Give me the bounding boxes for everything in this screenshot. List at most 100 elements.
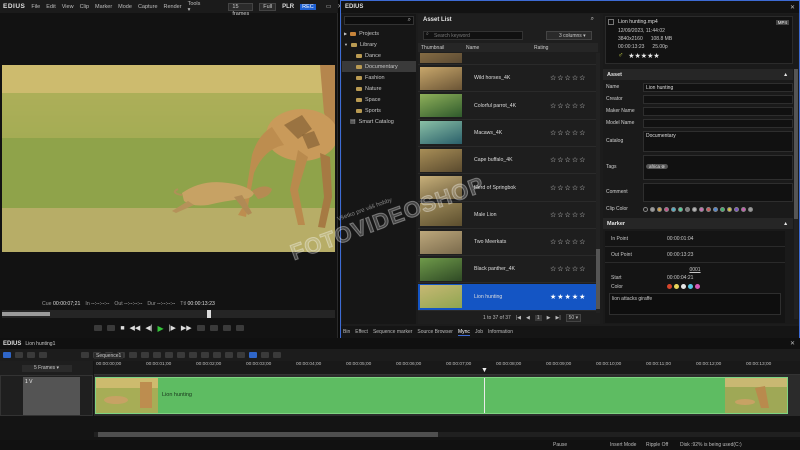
asset-checkbox[interactable]: [608, 19, 614, 25]
current-page[interactable]: 1: [534, 315, 542, 321]
list-scroll-thumb[interactable]: [596, 249, 600, 309]
scrub-handle[interactable]: [207, 310, 211, 318]
delete-icon[interactable]: [153, 352, 161, 358]
header-thumbnail[interactable]: Thumbnail: [418, 45, 466, 51]
keyword-search-input[interactable]: Search keyword: [423, 31, 523, 40]
catalog-input[interactable]: Documentary: [643, 130, 793, 152]
chevron-up-icon[interactable]: ▴: [784, 72, 787, 78]
header-name[interactable]: Name: [466, 45, 534, 51]
menu-render[interactable]: Render: [164, 4, 182, 10]
chevron-down-icon[interactable]: ▼: [344, 42, 348, 47]
clip-color-swatch[interactable]: [657, 206, 662, 212]
menu-tools[interactable]: Tools ▾: [188, 1, 201, 13]
tag-chip[interactable]: africa ⊗: [646, 163, 669, 169]
asset-section-header[interactable]: Asset ▴: [603, 69, 793, 80]
menu-view[interactable]: View: [62, 4, 74, 10]
clip-color-swatch[interactable]: [699, 206, 704, 212]
search-icon[interactable]: ⌕: [591, 16, 594, 23]
clip-color-swatch[interactable]: [720, 206, 725, 212]
clip-color-swatch[interactable]: [664, 206, 669, 212]
tab-sequence-marker[interactable]: Sequence marker: [373, 329, 412, 335]
insert-icon[interactable]: [209, 325, 218, 331]
clip-color-swatch[interactable]: [678, 206, 683, 212]
tags-input[interactable]: africa ⊗: [643, 154, 793, 180]
tab-source-browser[interactable]: Source Browser: [417, 329, 453, 335]
sequence-tab[interactable]: Sequence1: [94, 353, 124, 359]
clip-color-swatch[interactable]: [748, 206, 753, 212]
tab-job[interactable]: Job: [475, 329, 483, 335]
mark-out-icon[interactable]: [107, 325, 116, 331]
menu-marker[interactable]: Marker: [95, 4, 112, 10]
asset-thumbnail[interactable]: [420, 203, 462, 227]
tab-effect[interactable]: Effect: [355, 329, 368, 335]
asset-rating[interactable]: ☆☆☆☆☆: [550, 156, 586, 164]
columns-select[interactable]: 3 columns ▾: [546, 31, 592, 40]
snap-icon[interactable]: [249, 352, 257, 358]
status-insert-mode[interactable]: Insert Mode: [610, 442, 636, 448]
clip-color-swatch[interactable]: [734, 206, 739, 212]
playhead-marker-icon[interactable]: ▼: [481, 367, 488, 374]
track-label[interactable]: 1 V: [25, 379, 33, 385]
tab-bin[interactable]: Bin: [343, 329, 350, 335]
tree-item-library[interactable]: ▼ Library: [342, 39, 416, 50]
marker-color-swatch[interactable]: [674, 284, 679, 289]
clip-color-swatch[interactable]: [671, 206, 676, 212]
asset-thumbnail[interactable]: [420, 66, 462, 90]
asset-rating[interactable]: ☆☆☆☆☆: [550, 53, 586, 55]
copy-icon[interactable]: [129, 352, 137, 358]
tree-item-space[interactable]: Space: [342, 94, 416, 105]
asset-row[interactable]: Lion hunting ★★★★★: [418, 283, 598, 311]
name-input[interactable]: Lion hunting: [643, 82, 793, 92]
tree-item-fashion[interactable]: Fashion: [342, 72, 416, 83]
clip-color-swatch[interactable]: [741, 206, 746, 212]
ripple-icon[interactable]: [15, 352, 23, 358]
asset-rating[interactable]: ☆☆☆☆☆: [550, 238, 586, 246]
list-scrollbar[interactable]: [596, 53, 600, 313]
marker-color-swatch[interactable]: [667, 284, 672, 289]
render-icon[interactable]: [237, 352, 245, 358]
menu-clip[interactable]: Clip: [80, 4, 89, 10]
stop-icon[interactable]: ■: [120, 325, 124, 332]
rewind-icon[interactable]: ◀◀: [130, 324, 141, 332]
last-page-icon[interactable]: ▶|: [555, 315, 560, 321]
overwrite-icon[interactable]: [222, 325, 231, 331]
close-icon[interactable]: ✕: [790, 4, 795, 11]
new-sequence-icon[interactable]: [81, 352, 89, 358]
comment-input[interactable]: [643, 182, 793, 202]
timeline-scrollbar[interactable]: [94, 432, 800, 437]
step-forward-icon[interactable]: |▶: [169, 324, 176, 332]
clip-color-swatch[interactable]: [685, 206, 690, 212]
asset-rating[interactable]: ☆☆☆☆☆: [550, 265, 586, 273]
audio-icon[interactable]: [225, 352, 233, 358]
marker-icon[interactable]: [201, 352, 209, 358]
status-ripple[interactable]: Ripple Off: [646, 442, 668, 448]
asset-row[interactable]: Two Meerkats ☆☆☆☆☆: [418, 229, 598, 257]
tree-item-sports[interactable]: Sports: [342, 105, 416, 116]
creator-input[interactable]: [643, 94, 793, 104]
undo-icon[interactable]: [165, 352, 173, 358]
menu-mode[interactable]: Mode: [118, 4, 132, 10]
frames-select[interactable]: 15 frames: [228, 2, 254, 17]
tab-information[interactable]: Information: [488, 329, 513, 335]
asset-thumbnail[interactable]: [420, 53, 462, 63]
asset-thumbnail[interactable]: [420, 148, 462, 172]
first-page-icon[interactable]: |◀: [516, 315, 521, 321]
tree-item-nature[interactable]: Nature: [342, 83, 416, 94]
tree-item-smart-catalog[interactable]: ▤ Smart Catalog: [342, 116, 416, 127]
export-icon[interactable]: [235, 325, 244, 331]
model-input[interactable]: [643, 118, 793, 128]
minimize-icon[interactable]: ▭: [326, 3, 332, 10]
clip-color-swatch[interactable]: [706, 206, 711, 212]
export-icon[interactable]: [273, 352, 281, 358]
redo-icon[interactable]: [177, 352, 185, 358]
asset-row[interactable]: Macaws_4K ☆☆☆☆☆: [418, 120, 598, 147]
asset-row[interactable]: ☆☆☆☆☆: [418, 53, 598, 65]
split-icon[interactable]: [189, 352, 197, 358]
asset-row[interactable]: Black panther_4K ☆☆☆☆☆: [418, 256, 598, 284]
tree-item-projects[interactable]: ▶ Projects: [342, 28, 416, 39]
video-track-1[interactable]: Lion hunting: [94, 375, 800, 416]
mark-in-icon[interactable]: [94, 325, 103, 331]
quality-select[interactable]: Full: [259, 2, 277, 11]
header-rating[interactable]: Rating: [534, 45, 548, 51]
timeline-ruler[interactable]: 00:00:00;00 00:00:01;00 00:00:02;00 00:00:0…: [94, 361, 800, 375]
